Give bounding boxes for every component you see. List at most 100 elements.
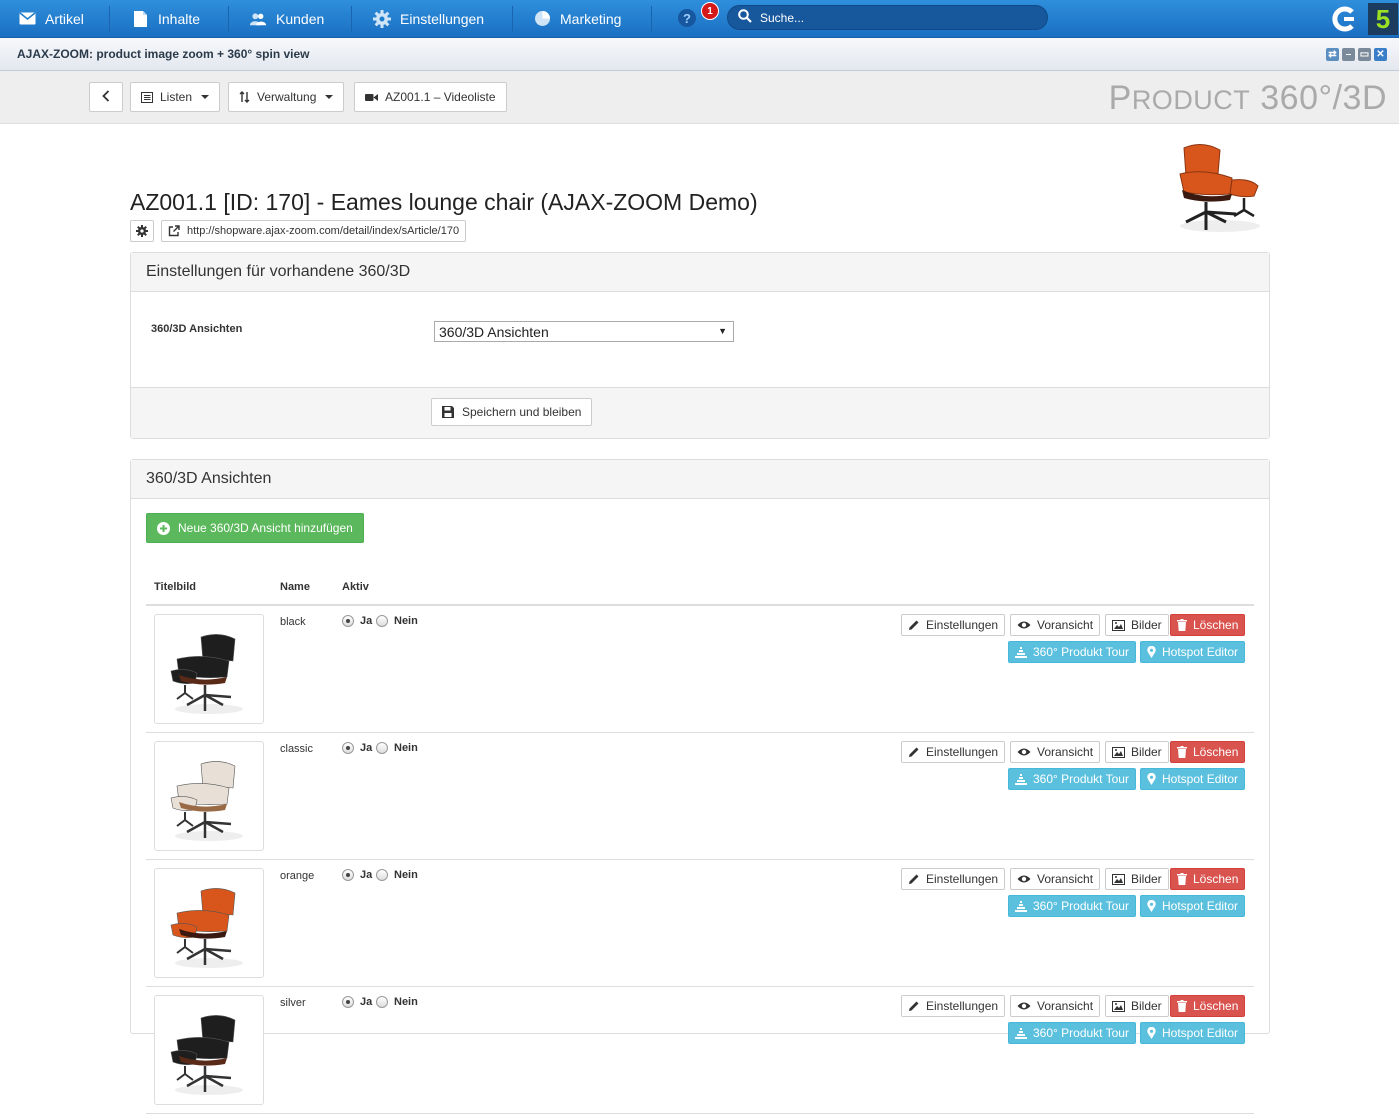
product-tour-label: 360° Produkt Tour (1033, 645, 1129, 659)
hotspot-editor-label: Hotspot Editor (1162, 645, 1239, 659)
column-header-name: Name (280, 581, 310, 593)
video-list-button[interactable]: AZ001.1 – Videoliste (354, 82, 507, 112)
lists-dropdown-button[interactable]: Listen (130, 82, 221, 112)
active-yes-radio[interactable]: Ja (342, 996, 372, 1008)
window-title: AJAX-ZOOM: product image zoom + 360° spi… (17, 47, 310, 61)
eye-icon (1017, 747, 1031, 757)
menu-label: Marketing (560, 10, 622, 27)
preview-button[interactable]: Voransicht (1010, 614, 1101, 636)
delete-button[interactable]: Löschen (1170, 995, 1246, 1017)
radio-button-icon (342, 996, 354, 1008)
hotspot-editor-button[interactable]: Hotspot Editor (1140, 895, 1246, 917)
active-no-radio[interactable]: Nein (376, 742, 418, 754)
images-button[interactable]: Bilder (1105, 614, 1169, 636)
eye-icon (1017, 1001, 1031, 1011)
active-no-radio[interactable]: Nein (376, 869, 418, 881)
preview-button[interactable]: Voransicht (1010, 995, 1101, 1017)
views-select[interactable]: 360/3D Ansichten ▼ (434, 321, 734, 342)
delete-button[interactable]: Löschen (1170, 741, 1246, 763)
no-label: Nein (394, 869, 418, 881)
preview-button[interactable]: Voransicht (1010, 741, 1101, 763)
row-thumbnail[interactable] (154, 995, 264, 1105)
pencil-icon (908, 1000, 920, 1012)
active-yes-radio[interactable]: Ja (342, 869, 372, 881)
active-yes-radio[interactable]: Ja (342, 615, 372, 627)
save-and-stay-button[interactable]: Speichern und bleiben (431, 398, 593, 426)
hotspot-editor-button[interactable]: Hotspot Editor (1140, 768, 1246, 790)
menu-item-artikel[interactable]: Artikel (18, 0, 84, 37)
active-no-radio[interactable]: Nein (376, 615, 418, 627)
menu-item-einstellungen[interactable]: Einstellungen (373, 0, 484, 37)
no-label: Nein (394, 742, 418, 754)
delete-button[interactable]: Löschen (1170, 614, 1246, 636)
no-label: Nein (394, 615, 418, 627)
settings-label: Einstellungen (926, 872, 999, 886)
maximize-window-icon[interactable]: ▭ (1358, 48, 1371, 61)
heading-initial: P (1108, 79, 1132, 117)
images-button[interactable]: Bilder (1105, 995, 1169, 1017)
settings-button[interactable]: Einstellungen (901, 614, 1006, 636)
trash-icon (1177, 619, 1187, 631)
brand-logo[interactable]: 5 (1368, 3, 1398, 35)
product-tour-label: 360° Produkt Tour (1033, 899, 1129, 913)
caret-down-icon (325, 95, 334, 99)
pencil-icon (908, 619, 920, 631)
help-icon[interactable]: ? (678, 9, 696, 27)
menu-separator (351, 6, 352, 32)
product-tour-button[interactable]: 360° Produkt Tour (1008, 768, 1136, 790)
yes-label: Ja (360, 615, 373, 627)
row-thumbnail[interactable] (154, 741, 264, 851)
table-row: classic Ja Nein Einstellungen Voransicht… (146, 733, 1254, 860)
images-button[interactable]: Bilder (1105, 868, 1169, 890)
yes-label: Ja (360, 869, 373, 881)
active-no-radio[interactable]: Nein (376, 996, 418, 1008)
add-view-label: Neue 360/3D Ansicht hinzufügen (178, 521, 353, 535)
radio-button-icon (376, 615, 388, 627)
images-button[interactable]: Bilder (1105, 741, 1169, 763)
product-tour-label: 360° Produkt Tour (1033, 1026, 1129, 1040)
table-row: black Ja Nein Einstellungen Voransicht B… (146, 606, 1254, 733)
row-thumbnail[interactable] (154, 868, 264, 978)
sort-icon (239, 91, 250, 103)
preview-button[interactable]: Voransicht (1010, 868, 1101, 890)
page-heading-product-360: PRODUCT 360°/3D (1109, 79, 1387, 118)
notification-badge[interactable]: 1 (701, 2, 719, 20)
active-yes-radio[interactable]: Ja (342, 742, 372, 754)
menu-item-marketing[interactable]: Marketing (533, 0, 621, 37)
refresh-window-icon[interactable]: ⇄ (1326, 48, 1339, 61)
row-thumbnail[interactable] (154, 614, 264, 724)
settings-button[interactable]: Einstellungen (901, 995, 1006, 1017)
article-settings-button[interactable] (130, 220, 154, 242)
menu-label: Inhalte (158, 10, 201, 27)
menu-item-kunden[interactable]: Kunden (249, 0, 324, 37)
article-url-link[interactable]: http://shopware.ajax-zoom.com/detail/ind… (161, 220, 467, 242)
shopware-logo-icon (1330, 6, 1356, 32)
delete-button[interactable]: Löschen (1170, 868, 1246, 890)
search-input[interactable]: Suche... (727, 5, 1048, 30)
product-tour-button[interactable]: 360° Produkt Tour (1008, 641, 1136, 663)
add-view-button[interactable]: Neue 360/3D Ansicht hinzufügen (146, 513, 364, 543)
menu-item-inhalte[interactable]: Inhalte (131, 0, 200, 37)
save-label: Speichern und bleiben (462, 405, 582, 419)
hotspot-editor-button[interactable]: Hotspot Editor (1140, 1022, 1246, 1044)
product-tour-button[interactable]: 360° Produkt Tour (1008, 895, 1136, 917)
pencil-icon (908, 746, 920, 758)
settings-button[interactable]: Einstellungen (901, 868, 1006, 890)
settings-button[interactable]: Einstellungen (901, 741, 1006, 763)
close-window-icon[interactable]: ✕ (1374, 48, 1387, 61)
back-button[interactable] (89, 82, 123, 112)
admin-dropdown-button[interactable]: Verwaltung (228, 82, 345, 112)
minimize-window-icon[interactable]: – (1342, 48, 1355, 61)
tour-icon (1015, 900, 1027, 912)
product-tour-button[interactable]: 360° Produkt Tour (1008, 1022, 1136, 1044)
hotspot-editor-button[interactable]: Hotspot Editor (1140, 641, 1246, 663)
images-label: Bilder (1131, 999, 1162, 1013)
heading-rest: 360°/3D (1250, 79, 1387, 117)
eye-icon (1017, 874, 1031, 884)
menu-label: Kunden (276, 10, 325, 27)
views-panel: 360/3D Ansichten Neue 360/3D Ansicht hin… (130, 459, 1270, 1114)
admin-label: Verwaltung (257, 90, 317, 104)
menu-separator (651, 6, 652, 32)
image-icon (1112, 1000, 1125, 1012)
pencil-icon (908, 873, 920, 885)
